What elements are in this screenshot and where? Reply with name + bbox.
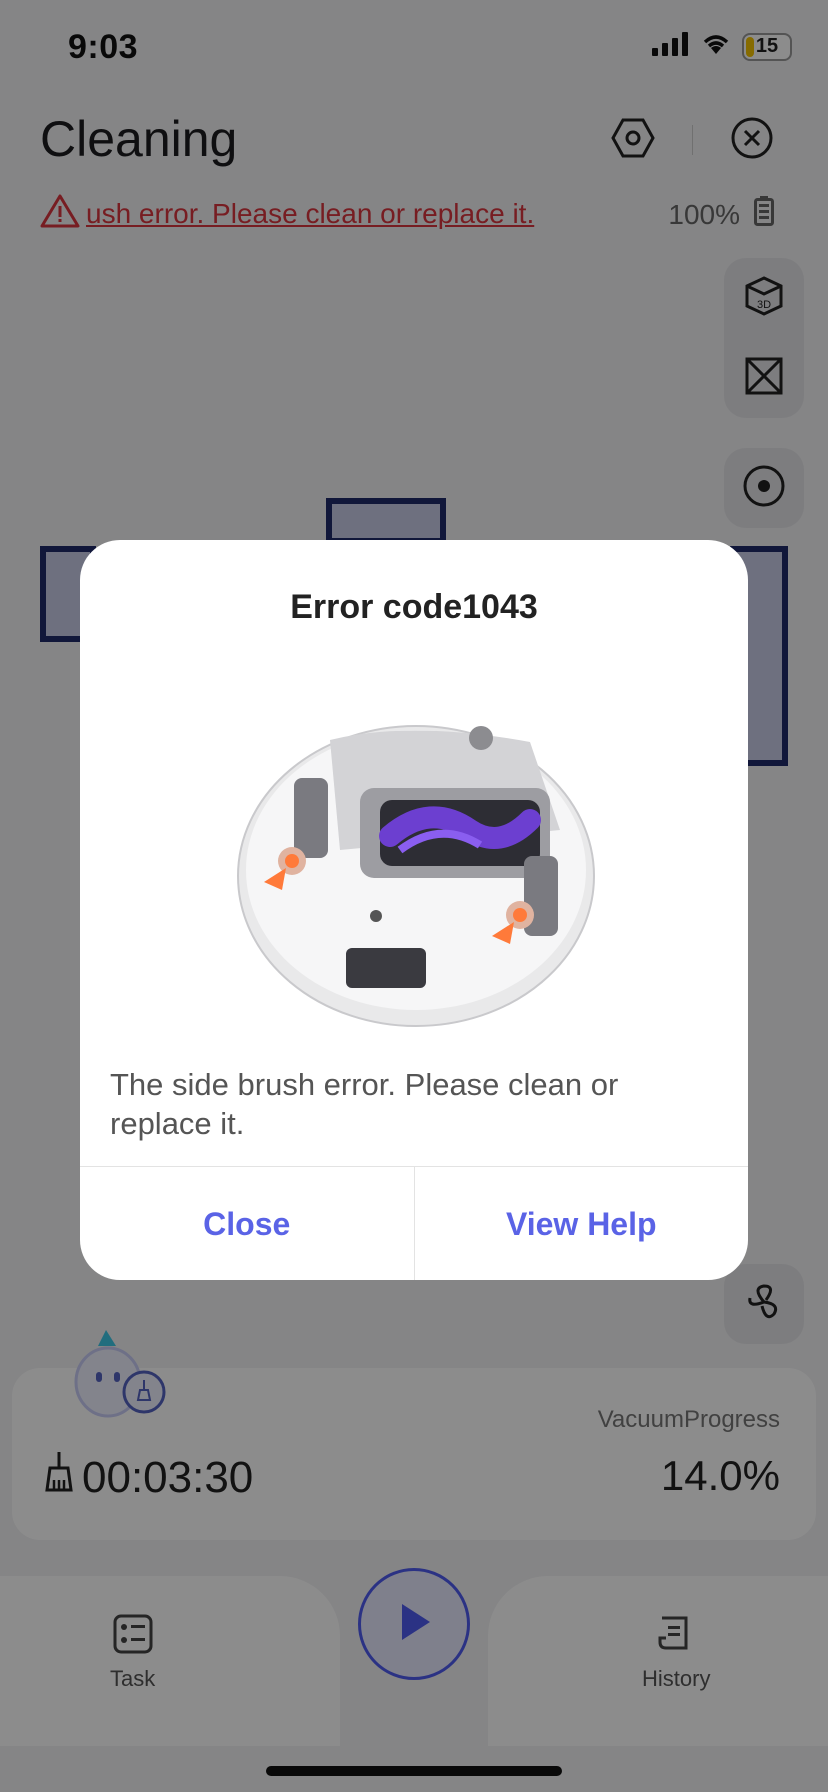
robot-vacuum-image [230,680,610,1060]
dialog-title: Error code1043 [290,588,538,626]
dialog-actions: Close View Help [80,1166,748,1280]
view-help-button[interactable]: View Help [413,1167,749,1280]
dialog-message: The side brush error. Please clean or re… [110,1067,619,1141]
error-dialog: Error code1043 The side brush error. Ple… [80,540,748,1280]
close-button[interactable]: Close [80,1167,414,1280]
